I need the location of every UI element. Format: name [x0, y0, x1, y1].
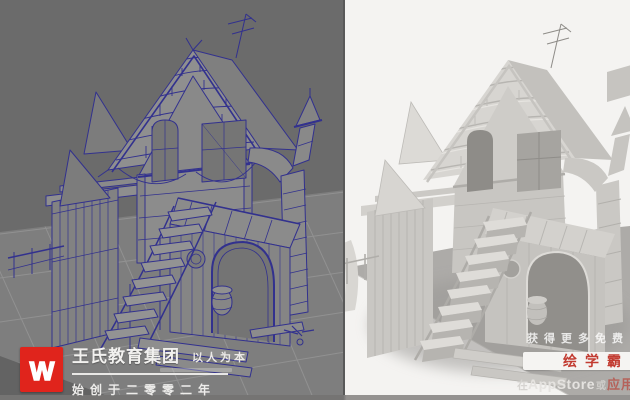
store-search-hint: 在AppStore或应用市 [517, 374, 630, 394]
promo-image: W 王氏教育集团 以人为本 始创于二零零二年 获得更多免费 绘学霸 在AppSt… [0, 0, 630, 400]
store-name: AppStore [528, 376, 595, 392]
search-conjunction: 或 [596, 381, 606, 392]
app-name: 绘学霸 [563, 353, 629, 369]
brand-divider [72, 373, 228, 375]
viewport-divider [343, 0, 345, 400]
company-name: 王氏教育集团 [72, 347, 180, 366]
company-tagline: 以人为本 [192, 352, 248, 364]
brand-text: 王氏教育集团 以人为本 始创于二零零二年 [72, 347, 248, 398]
logo-letter: W [29, 356, 54, 386]
app-promo: 获得更多免费 绘学霸 在AppStore或应用市 [517, 333, 630, 394]
fine-print-smudge [160, 368, 232, 372]
wireframe-viewport [0, 0, 345, 400]
founded-line: 始创于二零零二年 [72, 383, 217, 397]
app-name-badge: 绘学霸 [523, 352, 630, 370]
brand-watermark: W 王氏教育集团 以人为本 始创于二零零二年 [20, 347, 248, 398]
search-prefix: 在 [517, 380, 528, 392]
w-logo-icon: W [28, 355, 55, 387]
brand-logo: W [20, 347, 63, 392]
search-suffix: 应用市 [607, 377, 630, 392]
promo-headline: 获得更多免费 [527, 333, 629, 345]
wireframe-house-illustration [0, 0, 345, 400]
